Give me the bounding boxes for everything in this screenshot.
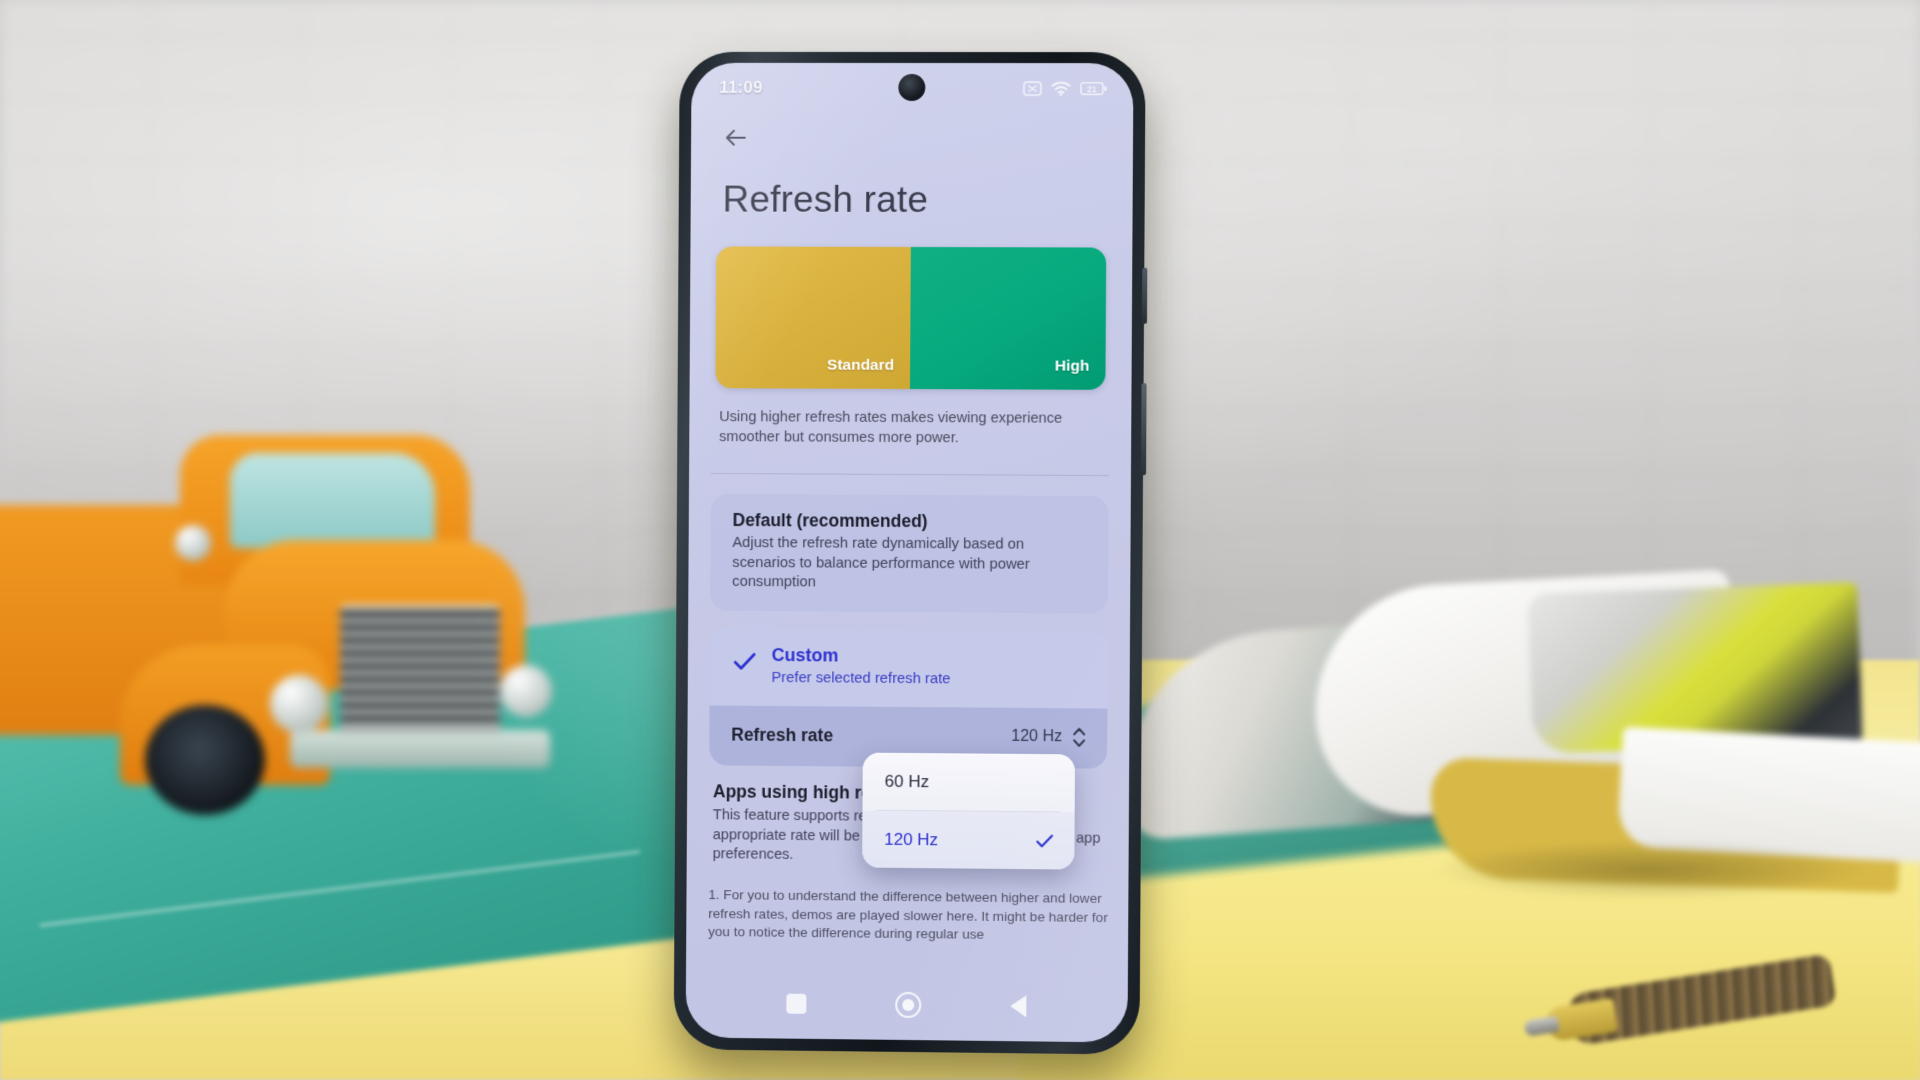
option-default-description: Adjust the refresh rate dynamically base… bbox=[732, 535, 1030, 591]
smartphone-device: 11:09 21 Refresh rate Standard High Usin… bbox=[673, 51, 1146, 1055]
status-icons: 21 bbox=[1023, 81, 1107, 96]
footnote-text: 1. For you to understand the difference … bbox=[708, 887, 1108, 942]
section-divider bbox=[710, 473, 1109, 477]
dropdown-item-60hz-label: 60 Hz bbox=[884, 771, 930, 791]
refresh-rate-value-group[interactable]: 120 Hz bbox=[1011, 724, 1087, 751]
status-bar: 11:09 21 bbox=[691, 63, 1133, 107]
magazine-shadow bbox=[1430, 840, 1870, 900]
wifi-icon bbox=[1051, 81, 1071, 96]
refresh-rate-demo-banner[interactable]: Standard High bbox=[715, 246, 1107, 390]
page-title: Refresh rate bbox=[722, 178, 929, 221]
no-sim-icon bbox=[1023, 81, 1042, 96]
demo-high-label: High bbox=[1054, 357, 1090, 375]
open-magazine bbox=[1100, 540, 1920, 900]
check-icon bbox=[732, 648, 758, 674]
dropdown-check-icon bbox=[1034, 831, 1054, 851]
banner-note: Using higher refresh rates makes viewing… bbox=[719, 409, 1063, 446]
back-arrow-icon[interactable] bbox=[721, 123, 751, 153]
orange-toy-truck bbox=[0, 375, 610, 815]
svg-text:21: 21 bbox=[1087, 83, 1097, 93]
battery-icon: 21 bbox=[1080, 81, 1107, 96]
chevron-up-down-icon[interactable] bbox=[1071, 725, 1087, 751]
truck-mirror bbox=[175, 525, 211, 561]
dropdown-item-120hz[interactable]: 120 Hz bbox=[862, 810, 1075, 870]
phone-screen: 11:09 21 Refresh rate Standard High Usin… bbox=[685, 62, 1134, 1043]
home-button-icon[interactable] bbox=[895, 991, 922, 1019]
app-bar bbox=[691, 107, 1133, 154]
option-custom[interactable]: Custom Prefer selected refresh rate bbox=[709, 628, 1108, 709]
truck-wheel bbox=[145, 705, 265, 815]
magazine-photo bbox=[1527, 582, 1863, 754]
demo-high-panel[interactable]: High bbox=[909, 246, 1107, 390]
refresh-rate-dropdown[interactable]: 60 Hz 120 Hz bbox=[862, 752, 1076, 870]
front-camera-punch-hole bbox=[898, 73, 926, 102]
refresh-rate-row-label: Refresh rate bbox=[731, 724, 834, 746]
truck-grille bbox=[340, 605, 500, 735]
option-default[interactable]: Default (recommended) Adjust the refresh… bbox=[710, 494, 1109, 614]
dropdown-item-60hz[interactable]: 60 Hz bbox=[862, 753, 1075, 812]
demo-standard-panel[interactable]: Standard bbox=[715, 246, 911, 390]
refresh-rate-value: 120 Hz bbox=[1011, 728, 1063, 746]
option-default-title: Default (recommended) bbox=[732, 510, 928, 532]
demo-standard-label: Standard bbox=[826, 356, 895, 374]
option-custom-description: Prefer selected refresh rate bbox=[771, 669, 951, 688]
dropdown-item-120hz-label: 120 Hz bbox=[884, 829, 939, 849]
truck-bumper bbox=[290, 730, 550, 768]
truck-headlight-right bbox=[500, 665, 552, 717]
back-button-icon[interactable] bbox=[1010, 995, 1027, 1018]
android-navigation-bar bbox=[686, 980, 1128, 1031]
status-clock: 11:09 bbox=[719, 77, 763, 97]
truck-headlight-left bbox=[270, 675, 328, 733]
recents-button-icon[interactable] bbox=[786, 993, 807, 1014]
option-custom-title: Custom bbox=[771, 644, 839, 666]
truck-windshield bbox=[230, 453, 435, 548]
